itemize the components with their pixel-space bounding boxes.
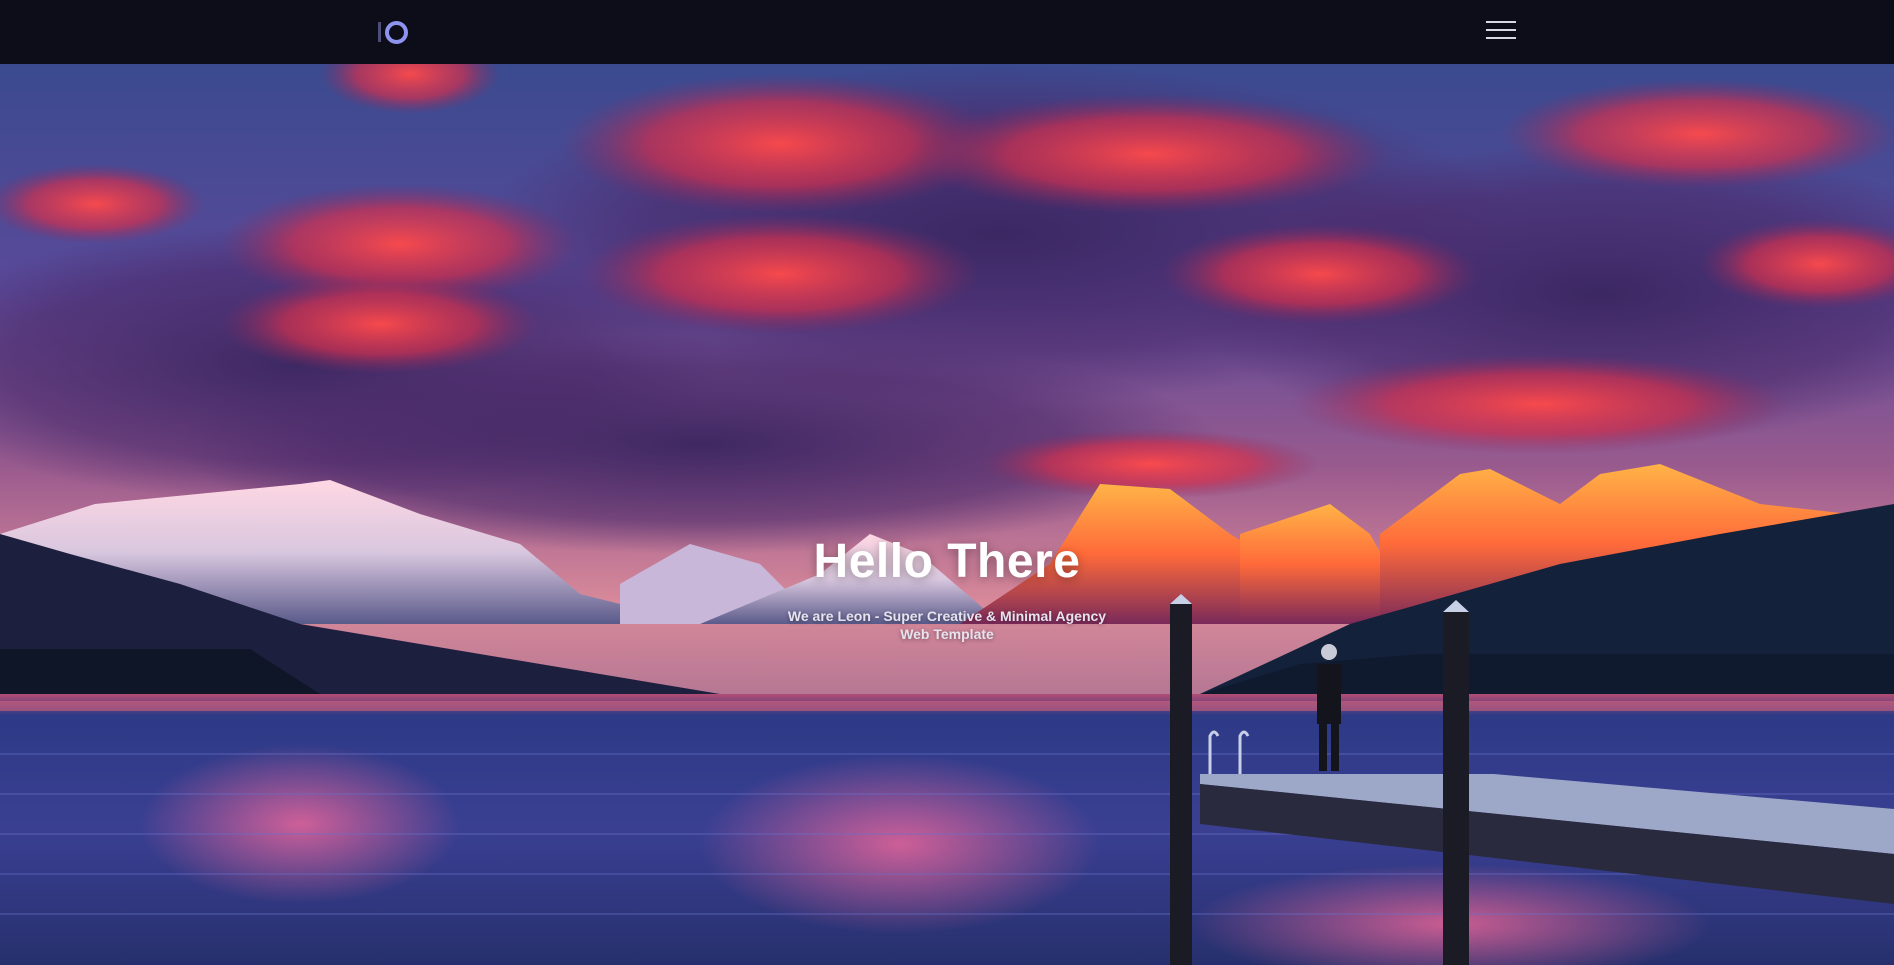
logo-bar-mark bbox=[378, 22, 381, 42]
logo[interactable] bbox=[378, 20, 408, 44]
hero-title: Hello There bbox=[813, 535, 1081, 588]
top-navbar bbox=[0, 0, 1894, 64]
hamburger-menu-icon[interactable] bbox=[1484, 18, 1518, 44]
hero-subtitle: We are Leon - Super Creative & Minimal A… bbox=[787, 608, 1107, 642]
menu-line bbox=[1486, 37, 1516, 39]
hero-section: Hello There We are Leon - Super Creative… bbox=[0, 64, 1894, 965]
hero-background-image bbox=[0, 64, 1894, 965]
logo-ring-mark bbox=[385, 20, 408, 44]
menu-line bbox=[1486, 21, 1516, 23]
menu-line bbox=[1486, 29, 1516, 31]
